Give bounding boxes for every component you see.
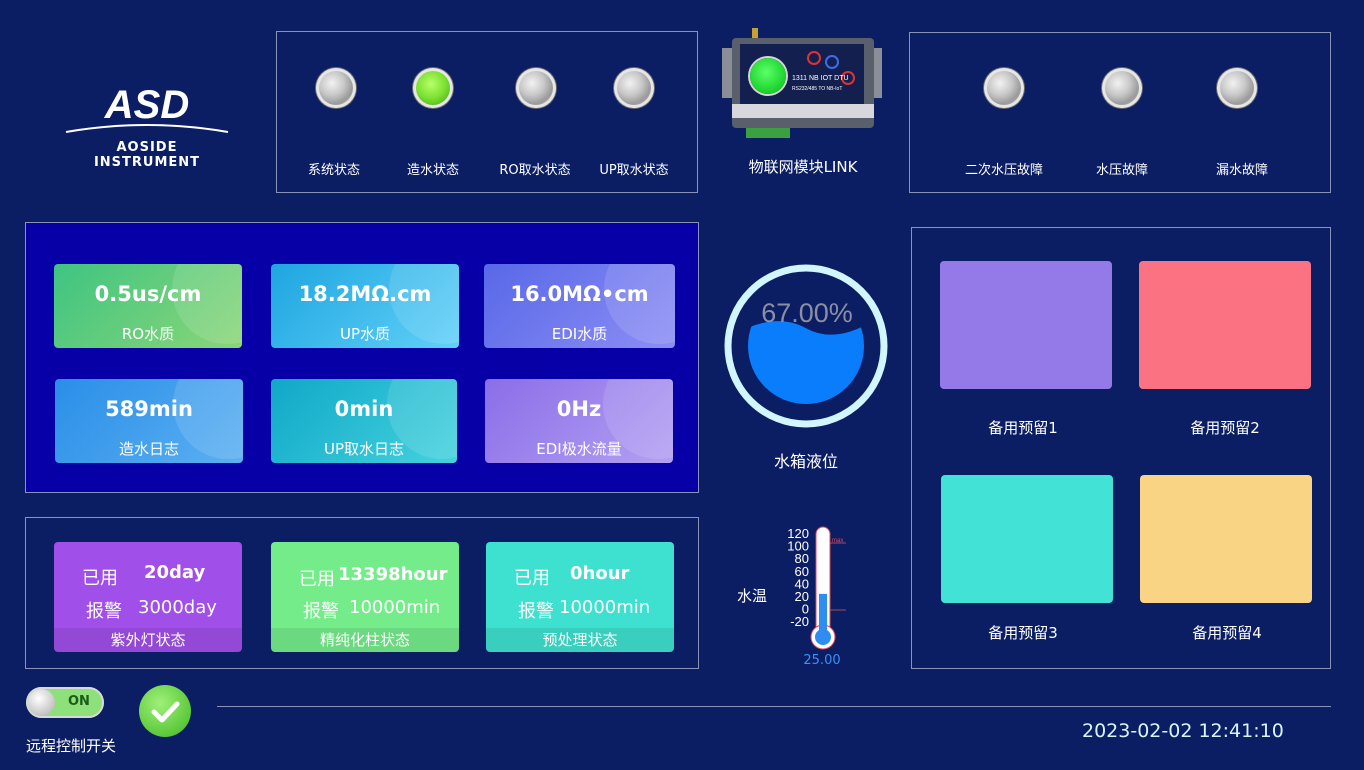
brand-logo: ASD AOSIDE INSTRUMENT — [64, 80, 230, 170]
thermometer: max 120 100 80 60 40 20 0 -20 — [782, 524, 852, 654]
spare-label-4: 备用预留4 — [1192, 624, 1262, 642]
pretreatment-used-value: 0hour — [570, 563, 630, 584]
tank-level-gauge: 67.00% — [722, 262, 890, 430]
water-temp-value: 25.00 — [803, 653, 841, 668]
production-log-label: 造水日志 — [118, 440, 179, 458]
spare-tile-2[interactable] — [1139, 261, 1311, 389]
up-intake-label: UP取水状态 — [599, 163, 669, 178]
fault-status-panel: 二次水压故障 水压故障 漏水故障 — [909, 32, 1331, 193]
uv-lamp-card: 已用 20day 报警 3000day 紫外灯状态 — [54, 542, 242, 652]
iot-module-label: 物联网模块LINK — [748, 158, 858, 176]
spare-panel: 备用预留1 备用预留2 备用预留3 备用预留4 — [911, 227, 1331, 669]
up-intake-log-card: 0min UP取水日志 — [271, 379, 457, 463]
uv-alarm-label: 报警 — [86, 601, 122, 622]
water-quality-panel: 0.5us/cm RO水质 18.2MΩ.cm UP水质 16.0MΩ•cm E… — [25, 222, 699, 493]
leak-fault-label: 漏水故障 — [1215, 163, 1268, 178]
polisher-status-label: 精纯化柱状态 — [271, 628, 459, 652]
remote-control-label: 远程控制开关 — [26, 737, 117, 755]
svg-text:RS232/485 TO NB-IoT: RS232/485 TO NB-IoT — [792, 86, 842, 92]
check-icon[interactable] — [139, 685, 191, 737]
tank-level-percent: 67.00% — [761, 298, 853, 328]
consumables-panel: 已用 20day 报警 3000day 紫外灯状态 已用 13398hour 报… — [25, 517, 699, 669]
iot-module-image: 1311 NB IOT DTU RS232/485 TO NB-IoT — [722, 28, 884, 140]
spare-tile-1[interactable] — [940, 261, 1112, 389]
spare-tile-4[interactable] — [1140, 475, 1312, 603]
thermometer-max-label: max — [832, 538, 843, 544]
pretreatment-alarm-value: 10000min — [559, 597, 651, 618]
up-intake-log-value: 0min — [334, 397, 394, 421]
tank-water-fill — [748, 320, 864, 404]
leak-fault-light — [1217, 68, 1257, 108]
thermometer-tick-label: -20 — [790, 614, 809, 629]
ro-quality-card: 0.5us/cm RO水质 — [54, 264, 242, 348]
footer-divider — [217, 706, 1331, 707]
polisher-used-label: 已用 — [299, 569, 335, 590]
iot-link-light — [750, 58, 786, 94]
spare-label-3: 备用预留3 — [988, 624, 1058, 642]
up-quality-card: 18.2MΩ.cm UP水质 — [271, 264, 459, 348]
pretreatment-card: 已用 0hour 报警 10000min 预处理状态 — [486, 542, 674, 652]
pretreatment-status-label: 预处理状态 — [486, 628, 674, 652]
toggle-state-text: ON — [68, 694, 90, 709]
edi-flow-label: EDI极水流量 — [536, 440, 622, 458]
logo-mark-icon: ASD — [65, 83, 229, 133]
logo-text: ASD — [104, 83, 189, 127]
polisher-alarm-label: 报警 — [303, 601, 339, 622]
uv-lamp-status-label: 紫外灯状态 — [54, 628, 242, 652]
secondary-pressure-fault-light — [984, 68, 1024, 108]
polisher-alarm-value: 10000min — [349, 597, 441, 618]
up-quality-label: UP水质 — [339, 325, 391, 343]
ro-quality-label: RO水质 — [121, 325, 175, 343]
up-quality-value: 18.2MΩ.cm — [298, 282, 432, 306]
company-name: AOSIDE INSTRUMENT — [93, 140, 201, 170]
up-intake-light — [614, 68, 654, 108]
production-log-value: 589min — [105, 397, 193, 421]
svg-text:1311 NB IOT DTU: 1311 NB IOT DTU — [792, 75, 849, 82]
pretreatment-used-label: 已用 — [514, 568, 550, 589]
ro-quality-value: 0.5us/cm — [94, 282, 202, 306]
toggle-knob — [28, 689, 55, 716]
system-status-panel: 系统状态 造水状态 RO取水状态 UP取水状态 — [276, 31, 698, 193]
edi-flow-value: 0Hz — [556, 397, 602, 421]
pressure-fault-label: 水压故障 — [1095, 163, 1148, 178]
uv-used-label: 已用 — [82, 568, 118, 589]
spare-tile-3[interactable] — [941, 475, 1113, 603]
spare-label-2: 备用预留2 — [1190, 419, 1260, 437]
system-status-light — [316, 68, 356, 108]
ro-intake-light — [516, 68, 556, 108]
up-intake-log-label: UP取水日志 — [323, 440, 405, 458]
water-production-light — [413, 68, 453, 108]
edi-quality-label: EDI水质 — [551, 325, 608, 343]
polisher-card: 已用 13398hour 报警 10000min 精纯化柱状态 — [271, 542, 459, 652]
pretreatment-alarm-label: 报警 — [518, 601, 554, 622]
edi-flow-card: 0Hz EDI极水流量 — [485, 379, 673, 463]
edi-quality-value: 16.0MΩ•cm — [510, 282, 649, 306]
pressure-fault-light — [1102, 68, 1142, 108]
current-datetime: 2023-02-02 12:41:10 — [1082, 720, 1284, 742]
uv-alarm-value: 3000day — [138, 597, 217, 618]
tank-level-label: 水箱液位 — [773, 452, 838, 471]
production-log-card: 589min 造水日志 — [55, 379, 243, 463]
uv-used-value: 20day — [144, 562, 206, 583]
remote-control-toggle[interactable]: ON — [26, 687, 104, 718]
secondary-pressure-fault-label: 二次水压故障 — [964, 163, 1043, 178]
spare-label-1: 备用预留1 — [988, 419, 1058, 437]
thermometer-mercury — [819, 593, 827, 634]
water-temp-label: 水温 — [737, 587, 768, 605]
polisher-used-value: 13398hour — [338, 564, 448, 585]
edi-quality-card: 16.0MΩ•cm EDI水质 — [484, 264, 675, 348]
